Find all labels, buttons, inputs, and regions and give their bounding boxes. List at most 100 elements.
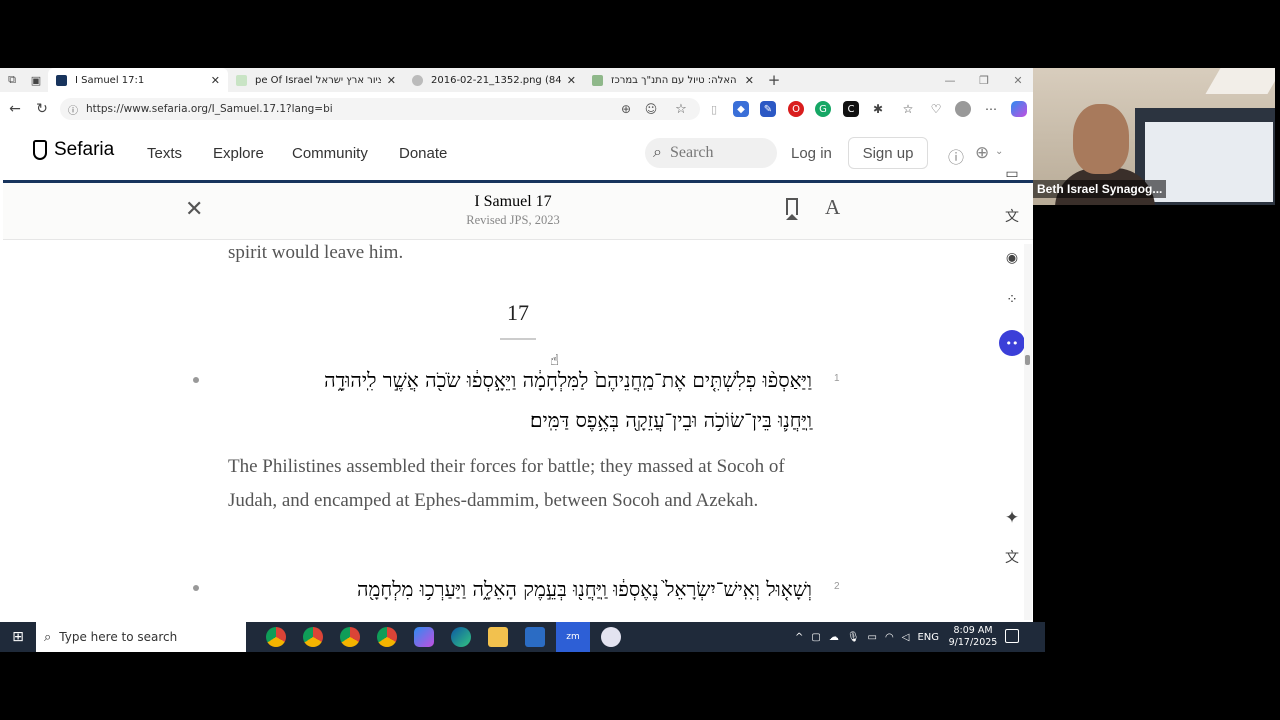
minimize-icon[interactable]: — <box>933 68 967 92</box>
search-placeholder: Search <box>669 144 714 161</box>
battery-icon[interactable]: ▭ <box>868 632 877 643</box>
url-text: https://www.sefaria.org/I_Samuel.17.1?la… <box>86 103 333 115</box>
sidebar-translate-bottom-icon[interactable]: 文 <box>1002 547 1022 567</box>
close-tab-icon[interactable]: ✕ <box>567 74 576 87</box>
search-icon: ⌕ <box>653 144 662 161</box>
maximize-icon[interactable]: ❐ <box>967 68 1001 92</box>
sefaria-header: Sefaria Texts Explore Community Donate ⌕… <box>3 125 1033 183</box>
tray-chevron-up-icon[interactable]: ^ <box>795 632 803 643</box>
favorite-star-icon[interactable]: ☆ <box>673 101 689 117</box>
clock-time: 8:09 AM <box>953 625 993 636</box>
sefaria-logo-text: Sefaria <box>54 139 115 160</box>
split-screen-icon[interactable]: ▯ <box>706 101 722 117</box>
windows-start-icon[interactable]: ⊞ <box>0 622 36 652</box>
close-tab-icon[interactable]: ✕ <box>387 74 396 87</box>
zoom-icon[interactable]: ⊕ <box>618 101 634 117</box>
chrome-profile-icon[interactable] <box>303 627 323 647</box>
address-bar-row: ← ↻ ⓘ https://www.sefaria.org/I_Samuel.1… <box>0 96 1033 122</box>
favorites-icon[interactable]: ☆ <box>900 101 916 117</box>
extension-1-icon[interactable]: ◆ <box>733 101 749 117</box>
close-window-icon[interactable]: ✕ <box>1001 68 1033 92</box>
verse-bullet[interactable] <box>193 377 199 383</box>
store-icon[interactable] <box>525 627 545 647</box>
url-field[interactable]: ⓘ https://www.sefaria.org/I_Samuel.17.1?… <box>60 98 700 120</box>
wifi-icon[interactable]: ◠ <box>885 632 894 643</box>
reader-content: spirit would leave him. 17 ☝ 1 וַיַּאַסְ… <box>0 240 1020 622</box>
chapter-number: 17 <box>507 300 529 325</box>
system-tray: ^ ▢ ☁ 🎙 ▭ ◠ ◁ ENG <box>795 622 939 652</box>
grammarly-icon[interactable]: G <box>815 101 831 117</box>
close-tab-icon[interactable]: ✕ <box>211 74 220 87</box>
volume-icon[interactable]: ◁ <box>902 632 910 643</box>
reload-icon[interactable]: ↻ <box>29 96 55 122</box>
site-info-icon[interactable]: ⓘ <box>68 102 78 117</box>
chrome-profile-2-icon[interactable] <box>340 627 360 647</box>
language-globe-icon[interactable]: ⊕ <box>975 143 989 163</box>
nav-donate[interactable]: Donate <box>399 145 447 162</box>
reader-icon[interactable]: ☺ <box>643 101 659 117</box>
verse-number[interactable]: 2 <box>834 581 840 592</box>
language-indicator[interactable]: ENG <box>917 632 939 643</box>
verse-bullet[interactable] <box>193 585 199 591</box>
scrollbar[interactable] <box>1024 244 1032 620</box>
close-tab-icon[interactable]: ✕ <box>745 74 754 87</box>
extension-4-icon[interactable]: C <box>843 101 859 117</box>
zoom-video-tile[interactable]: Beth Israel Synagog... <box>1033 68 1275 205</box>
sidebar-apps-icon[interactable]: ⁘ <box>1002 290 1022 310</box>
close-reader-icon[interactable]: ✕ <box>185 197 203 222</box>
search-icon: ⌕ <box>44 629 52 645</box>
sidebar-translate-icon[interactable]: 文 <box>1002 206 1022 226</box>
help-icon[interactable]: ⓘ <box>948 144 964 168</box>
taskbar-clock[interactable]: 8:09 AM 9/17/2025 <box>948 625 998 649</box>
profile-avatar-icon[interactable] <box>955 101 971 117</box>
nav-texts[interactable]: Texts <box>147 145 182 162</box>
verse-hebrew-line: וְשָׁא֤וּל וְאִֽישׁ־יִשְׂרָאֵל֙ נֶאֶסְפ֔… <box>357 577 812 601</box>
sidebar-book-icon[interactable]: ▭ <box>1002 164 1022 184</box>
app-icon[interactable] <box>601 627 621 647</box>
signup-button[interactable]: Sign up <box>848 137 928 169</box>
tab-map-of-israel[interactable]: pe Of Israel מפת ציור ארץ ישראל ✕ <box>228 68 404 92</box>
tab-i-samuel[interactable]: I Samuel 17:1 ✕ <box>48 68 228 92</box>
verse-hebrew-line: וַיַּאַסְפ֨וּ פְלִשְׁתִּ֤ים אֶת־מַֽחֲנֵי… <box>324 368 812 392</box>
onedrive-icon[interactable]: ☁ <box>829 632 839 643</box>
chrome-icon[interactable] <box>266 627 286 647</box>
tab-label: I Samuel 17:1 <box>75 74 145 86</box>
tray-device-icon[interactable]: ▢ <box>811 632 820 643</box>
notifications-icon[interactable] <box>1005 629 1019 643</box>
nav-community[interactable]: Community <box>292 145 368 162</box>
login-link[interactable]: Log in <box>791 145 832 162</box>
new-tab-button[interactable]: + <box>762 68 786 92</box>
browser-essentials-icon[interactable]: ♡ <box>928 101 944 117</box>
sidebar-assistant-icon[interactable]: •• <box>999 330 1025 356</box>
workspaces-icon[interactable]: ⧉ <box>0 68 24 92</box>
text-display-options-button[interactable]: A <box>825 195 840 220</box>
file-explorer-icon[interactable] <box>488 627 508 647</box>
nav-explore[interactable]: Explore <box>213 145 264 162</box>
reader-header: ✕ I Samuel 17 Revised JPS, 2023 A <box>3 183 1033 240</box>
copilot-icon[interactable] <box>1011 101 1027 117</box>
sidebar-podcast-icon[interactable]: ◉ <box>1002 248 1022 268</box>
scrollbar-thumb[interactable] <box>1025 355 1030 365</box>
chrome-profile-3-icon[interactable] <box>377 627 397 647</box>
chevron-down-icon[interactable]: ⌄ <box>995 146 1003 157</box>
more-menu-icon[interactable]: ⋯ <box>983 101 999 117</box>
tab-actions-icon[interactable]: ▣ <box>24 68 48 92</box>
sidebar-sparkle-icon[interactable]: ✦ <box>1002 508 1022 528</box>
reader-title[interactable]: I Samuel 17 <box>413 193 613 211</box>
copilot-taskbar-icon[interactable] <box>414 627 434 647</box>
back-icon[interactable]: ← <box>2 96 28 122</box>
tab-emek-haela[interactable]: עמק האלה: טיול עם התנ"ך במרכז ✕ <box>584 68 762 92</box>
reader-version[interactable]: Revised JPS, 2023 <box>413 213 613 228</box>
bookmark-icon[interactable] <box>786 198 798 220</box>
extensions-puzzle-icon[interactable]: ✱ <box>870 101 886 117</box>
edge-icon[interactable] <box>451 627 471 647</box>
verse-number[interactable]: 1 <box>834 373 840 384</box>
zoom-app-icon[interactable]: zm <box>556 622 590 652</box>
tab-image-png[interactable]: 2016-02-21_1352.png (848×524) ✕ <box>404 68 584 92</box>
taskbar-search[interactable]: ⌕ Type here to search <box>36 622 246 652</box>
microphone-icon[interactable]: 🎙 <box>847 632 860 643</box>
sefaria-logo[interactable]: Sefaria <box>33 139 114 161</box>
extension-2-icon[interactable]: ✎ <box>760 101 776 117</box>
extension-3-icon[interactable]: O <box>788 101 804 117</box>
search-input[interactable]: ⌕ Search <box>645 138 777 168</box>
